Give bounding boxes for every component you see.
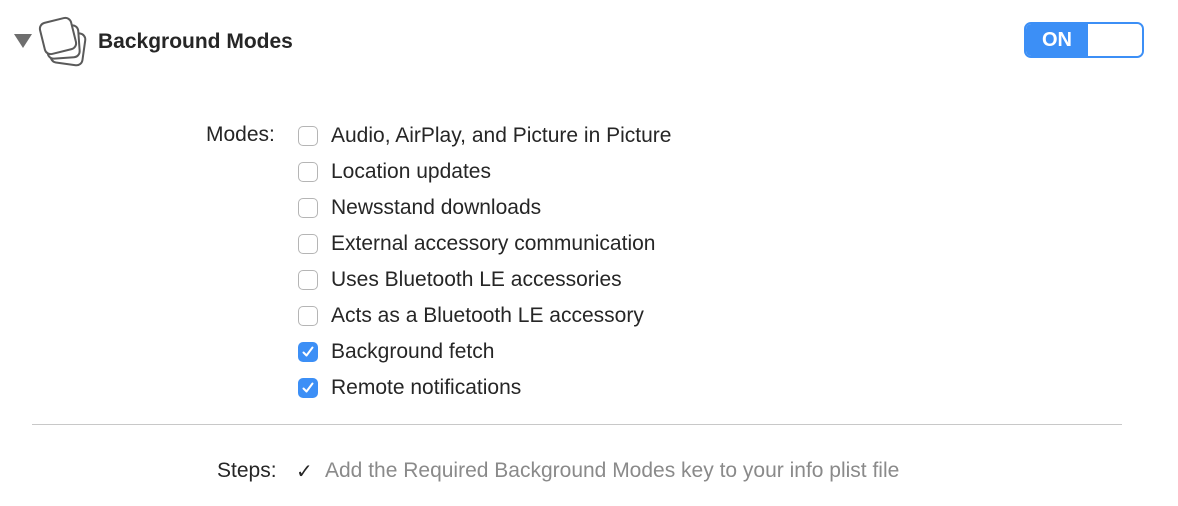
mode-newsstand-downloads[interactable]: Newsstand downloads — [298, 190, 671, 226]
checkbox[interactable] — [298, 234, 318, 254]
mode-bluetooth-le-accessories[interactable]: Uses Bluetooth LE accessories — [298, 262, 671, 298]
checkbox[interactable] — [298, 198, 318, 218]
mode-acts-as-bluetooth-le[interactable]: Acts as a Bluetooth LE accessory — [298, 298, 671, 334]
disclosure-triangle-icon[interactable] — [14, 34, 32, 48]
checkmark-icon — [302, 346, 314, 357]
section-divider — [32, 424, 1122, 425]
checkbox-checked[interactable] — [298, 378, 318, 398]
mode-location-updates[interactable]: Location updates — [298, 154, 671, 190]
mode-label: External accessory communication — [331, 232, 656, 255]
mode-label: Audio, AirPlay, and Picture in Picture — [331, 124, 672, 147]
mode-label: Remote notifications — [331, 376, 522, 399]
mode-label: Newsstand downloads — [331, 196, 542, 219]
background-modes-icon — [38, 16, 87, 67]
mode-external-accessory[interactable]: External accessory communication — [298, 226, 671, 262]
capability-title: Background Modes — [98, 30, 293, 53]
modes-list: Audio, AirPlay, and Picture in Picture L… — [298, 118, 671, 406]
checkmark-icon — [302, 382, 314, 393]
checkbox[interactable] — [298, 306, 318, 326]
capability-toggle[interactable]: ON — [1024, 22, 1144, 58]
mode-label: Location updates — [331, 160, 491, 183]
mode-audio-airplay-pip[interactable]: Audio, AirPlay, and Picture in Picture — [298, 118, 671, 154]
modes-label: Modes: — [206, 123, 275, 146]
mode-label: Acts as a Bluetooth LE accessory — [331, 304, 644, 327]
checkmark-icon: ✓ — [296, 461, 313, 483]
checkbox[interactable] — [298, 270, 318, 290]
checkbox[interactable] — [298, 126, 318, 146]
steps-label: Steps: — [217, 459, 277, 482]
mode-remote-notifications[interactable]: Remote notifications — [298, 370, 671, 406]
checkbox-checked[interactable] — [298, 342, 318, 362]
checkbox[interactable] — [298, 162, 318, 182]
step-text: Add the Required Background Modes key to… — [325, 459, 900, 482]
mode-label: Uses Bluetooth LE accessories — [331, 268, 622, 291]
toggle-knob[interactable] — [1088, 24, 1142, 56]
mode-background-fetch[interactable]: Background fetch — [298, 334, 671, 370]
mode-label: Background fetch — [331, 340, 495, 363]
toggle-label: ON — [1042, 29, 1072, 51]
